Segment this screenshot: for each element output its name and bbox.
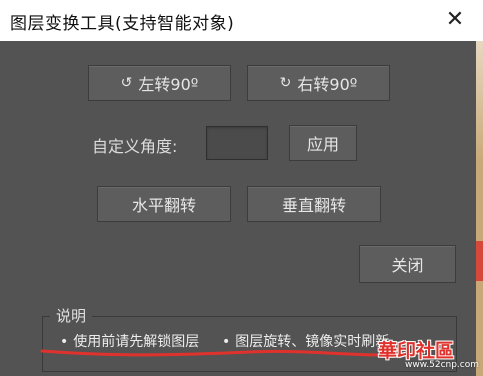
watermark-url: www.52cnp.com	[405, 360, 480, 370]
custom-angle-label: 自定义角度:	[92, 137, 178, 156]
notes-title: 说明	[50, 305, 93, 326]
tool-window: 图层变换工具(支持智能对象) ✕ ↺ 左转90º ↻ 右转90º 自定义角度: …	[0, 0, 483, 376]
flip-vertical-label: 垂直翻转	[281, 196, 346, 215]
title-bar: 图层变换工具(支持智能对象) ✕	[0, 0, 483, 41]
rotate-right-button[interactable]: ↻ 右转90º	[247, 65, 390, 101]
flip-vertical-button[interactable]: 垂直翻转	[247, 186, 381, 222]
custom-angle-input[interactable]	[206, 126, 268, 160]
apply-button[interactable]: 应用	[289, 125, 357, 161]
background-strip	[476, 41, 483, 376]
bullet-icon: •	[60, 334, 69, 350]
note-item: • 图层旋转、镜像实时刷新	[222, 331, 389, 351]
window-title: 图层变换工具(支持智能对象)	[10, 14, 235, 34]
rotate-left-button[interactable]: ↺ 左转90º	[88, 65, 231, 101]
rotate-left-label: 左转90º	[138, 75, 199, 94]
bullet-icon: •	[222, 334, 231, 350]
window-close-icon[interactable]: ✕	[440, 6, 470, 34]
watermark-logo: 華印社區	[378, 340, 455, 362]
close-label: 关闭	[391, 256, 424, 275]
flip-horizontal-label: 水平翻转	[131, 196, 196, 215]
note-text: 使用前请先解锁图层	[73, 334, 200, 350]
apply-label: 应用	[306, 135, 339, 154]
flip-horizontal-button[interactable]: 水平翻转	[97, 186, 231, 222]
note-item: • 使用前请先解锁图层	[60, 331, 199, 351]
rotate-right-label: 右转90º	[297, 75, 358, 94]
rotate-left-icon: ↺	[120, 75, 133, 91]
close-button[interactable]: 关闭	[359, 245, 456, 283]
rotate-right-icon: ↻	[279, 75, 292, 91]
note-text: 图层旋转、镜像实时刷新	[235, 334, 390, 350]
